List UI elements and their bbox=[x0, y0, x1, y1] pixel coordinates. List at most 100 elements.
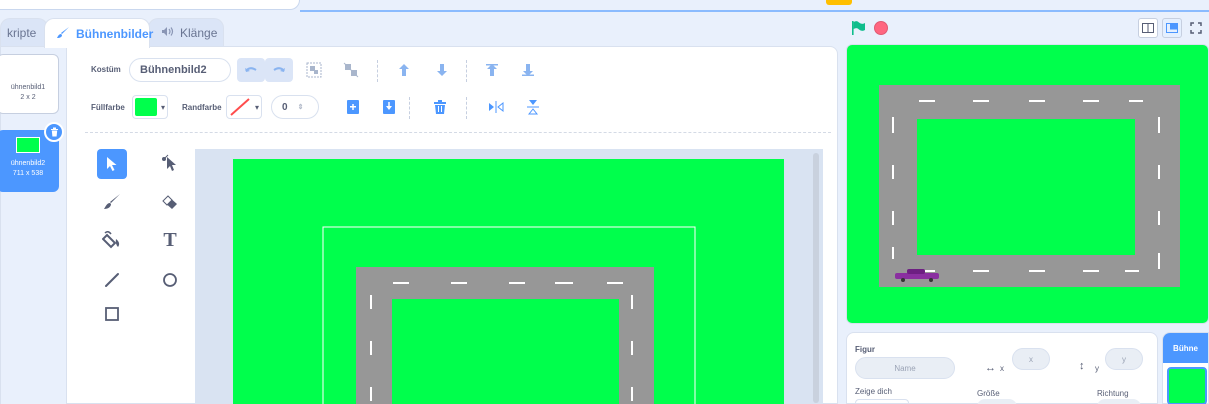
backdrop-item[interactable]: ühnenbild1 2 x 2 bbox=[0, 54, 59, 114]
tab-sounds[interactable]: Klänge bbox=[148, 18, 224, 46]
brush-icon bbox=[57, 26, 70, 42]
flip-vertical-icon bbox=[527, 100, 539, 115]
redo-button[interactable] bbox=[265, 58, 293, 82]
reshape-icon bbox=[162, 154, 176, 171]
copy-icon bbox=[347, 100, 359, 114]
fill-color-picker[interactable]: ▾ bbox=[132, 95, 168, 119]
costume-name-label: Kostüm bbox=[91, 65, 121, 74]
x-arrows-icon: ↔ bbox=[985, 362, 996, 374]
back-button[interactable] bbox=[513, 58, 543, 82]
group-button[interactable] bbox=[299, 58, 329, 82]
flip-horizontal-button[interactable] bbox=[481, 95, 511, 119]
front-button[interactable] bbox=[477, 58, 507, 82]
backward-button[interactable] bbox=[427, 58, 457, 82]
visibility-toggle[interactable] bbox=[855, 399, 909, 404]
stage-selector-label: Bühne bbox=[1173, 343, 1198, 353]
sprite-name-placeholder: Name bbox=[894, 363, 916, 373]
tab-backdrops-label: Bühnenbilder bbox=[76, 26, 154, 41]
arrow-up-icon bbox=[399, 64, 409, 76]
sprite-name-input[interactable]: Name bbox=[855, 357, 955, 379]
costume-name-input[interactable]: Bühnenbild2 bbox=[129, 58, 231, 82]
top-bar-edge bbox=[0, 0, 300, 10]
bring-to-front-icon bbox=[486, 64, 498, 76]
x-placeholder: x bbox=[1029, 354, 1033, 364]
x-input[interactable]: x bbox=[1012, 348, 1050, 370]
outline-color-label: Randfarbe bbox=[182, 103, 222, 112]
tutorial-tab[interactable] bbox=[826, 0, 852, 5]
sprite-label: Figur bbox=[855, 345, 875, 354]
large-stage-icon bbox=[1166, 23, 1178, 33]
stage-thumbnail[interactable] bbox=[1167, 367, 1207, 404]
paint-bucket-icon bbox=[102, 231, 120, 249]
fullscreen-button[interactable] bbox=[1186, 18, 1206, 38]
chevron-down-icon: ▾ bbox=[160, 103, 165, 112]
top-strip bbox=[0, 0, 1209, 12]
undo-button[interactable] bbox=[237, 58, 265, 82]
stage-selector-panel[interactable]: Bühne bbox=[1162, 332, 1209, 404]
eraser-icon bbox=[162, 195, 177, 209]
brush-tool[interactable] bbox=[97, 187, 127, 217]
backdrop-size: 711 x 538 bbox=[12, 170, 44, 177]
backdrop-size: 2 x 2 bbox=[20, 94, 36, 101]
small-stage-button[interactable] bbox=[1138, 18, 1158, 38]
line-icon bbox=[105, 273, 119, 287]
y-placeholder: y bbox=[1122, 354, 1126, 364]
stepper-icon: ⇕ bbox=[297, 104, 304, 111]
outline-color-picker[interactable]: ▾ bbox=[226, 95, 262, 119]
circle-tool[interactable] bbox=[155, 265, 185, 295]
direction-input[interactable] bbox=[1097, 399, 1141, 404]
delete-backdrop-button[interactable] bbox=[44, 122, 64, 142]
backdrop-thumbnail bbox=[16, 137, 40, 153]
send-to-back-icon bbox=[522, 64, 534, 76]
ungroup-icon bbox=[343, 62, 359, 78]
copy-button[interactable] bbox=[338, 95, 368, 119]
select-tool[interactable] bbox=[97, 149, 127, 179]
large-stage-button[interactable] bbox=[1162, 18, 1182, 38]
line-tool[interactable] bbox=[97, 265, 127, 295]
stage[interactable] bbox=[846, 44, 1209, 324]
undo-icon bbox=[245, 67, 257, 72]
size-label: Größe bbox=[977, 389, 1000, 398]
rectangle-tool[interactable] bbox=[97, 299, 127, 329]
group-icon bbox=[306, 62, 322, 78]
y-label: y bbox=[1095, 364, 1099, 373]
paint-canvas[interactable] bbox=[195, 149, 823, 404]
toolbar-divider bbox=[466, 97, 467, 119]
green-flag-button[interactable] bbox=[850, 20, 866, 41]
tab-backdrops[interactable]: Bühnenbilder bbox=[44, 18, 154, 48]
paint-editor-panel: ühnenbild1 2 x 2 ühnenbild2 711 x 538 Ko… bbox=[0, 46, 838, 404]
reshape-tool[interactable] bbox=[155, 149, 185, 179]
text-tool[interactable]: T bbox=[155, 225, 185, 255]
stop-button[interactable] bbox=[874, 21, 888, 35]
ungroup-button[interactable] bbox=[336, 58, 366, 82]
y-input[interactable]: y bbox=[1105, 348, 1143, 370]
text-tool-glyph: T bbox=[163, 228, 177, 251]
square-icon bbox=[105, 307, 119, 321]
y-arrows-icon: ↕ bbox=[1079, 360, 1085, 372]
menu-bar-divider bbox=[300, 10, 1209, 12]
no-color-icon bbox=[229, 98, 251, 116]
delete-button[interactable] bbox=[425, 95, 455, 119]
fill-tool[interactable] bbox=[97, 225, 127, 255]
backdrop-thumbnail bbox=[16, 61, 40, 77]
size-input[interactable] bbox=[977, 399, 1017, 404]
canvas-scrollbar[interactable] bbox=[813, 153, 819, 403]
backdrop-list: ühnenbild1 2 x 2 ühnenbild2 711 x 538 bbox=[0, 47, 67, 404]
direction-label: Richtung bbox=[1097, 389, 1129, 398]
stage-controls bbox=[846, 18, 1209, 40]
outline-width-input[interactable]: 0 ⇕ bbox=[271, 95, 319, 119]
flip-vertical-button[interactable] bbox=[518, 95, 548, 119]
fill-color-label: Füllfarbe bbox=[91, 103, 125, 112]
road-inner-grass bbox=[392, 299, 619, 404]
forward-button[interactable] bbox=[389, 58, 419, 82]
backdrop-item-selected[interactable]: ühnenbild2 711 x 538 bbox=[0, 122, 64, 192]
paste-button[interactable] bbox=[374, 95, 404, 119]
stage-road-inner bbox=[917, 119, 1135, 255]
eraser-tool[interactable] bbox=[155, 187, 185, 217]
tab-code[interactable]: kripte bbox=[0, 18, 48, 46]
stage-render bbox=[879, 85, 1180, 287]
stage-selector-header: Bühne bbox=[1163, 333, 1208, 363]
paintbrush-icon bbox=[104, 194, 120, 209]
flip-horizontal-icon bbox=[489, 101, 504, 113]
redo-icon bbox=[273, 67, 285, 72]
